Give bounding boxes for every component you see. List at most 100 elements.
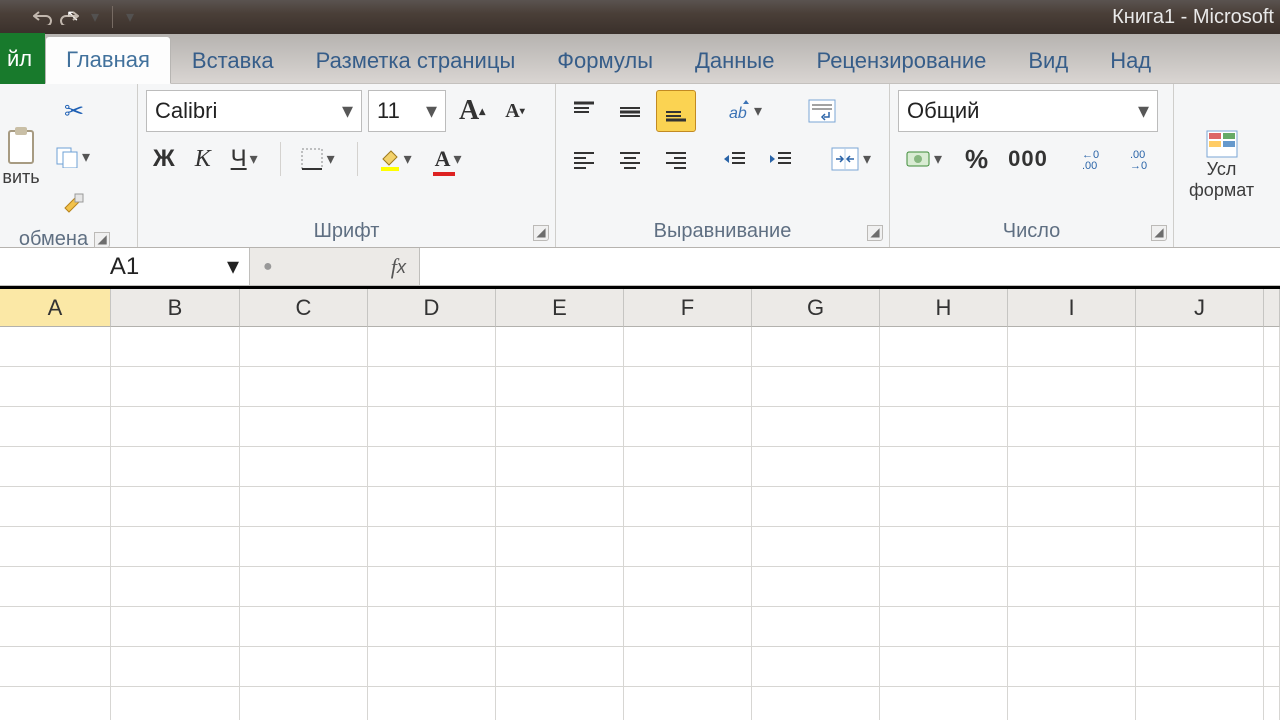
column-header[interactable]: F — [624, 289, 752, 327]
cell[interactable] — [624, 527, 752, 567]
bold-button[interactable]: Ж — [146, 138, 182, 180]
cell[interactable] — [1264, 567, 1280, 607]
cell[interactable] — [368, 447, 496, 487]
clipboard-launcher-icon[interactable]: ◢ — [94, 232, 110, 248]
cell[interactable] — [111, 647, 240, 687]
formula-input[interactable] — [420, 248, 1280, 285]
cell[interactable] — [752, 607, 880, 647]
increase-decimal-button[interactable]: ←0.00 — [1075, 138, 1117, 180]
cell[interactable] — [111, 407, 240, 447]
cell[interactable] — [111, 367, 240, 407]
cell[interactable] — [624, 647, 752, 687]
tab-data[interactable]: Данные — [674, 37, 795, 84]
column-header[interactable]: H — [880, 289, 1008, 327]
tab-formulas[interactable]: Формулы — [536, 37, 674, 84]
qat-customize-icon[interactable]: ▾ — [117, 4, 143, 30]
paste-button[interactable]: вить — [0, 90, 42, 224]
cell[interactable] — [880, 647, 1008, 687]
cell[interactable] — [752, 327, 880, 367]
conditional-formatting-button[interactable]: Усл формат — [1182, 90, 1261, 239]
cell[interactable] — [1264, 687, 1280, 720]
undo-icon[interactable] — [30, 4, 56, 30]
comma-style-button[interactable]: 000 — [1001, 138, 1055, 180]
borders-button[interactable]: ▾ — [293, 138, 345, 180]
cell[interactable] — [624, 327, 752, 367]
copy-button[interactable]: ▾ — [48, 136, 100, 178]
cell[interactable] — [880, 567, 1008, 607]
redo-dropdown-icon[interactable]: ▾ — [82, 4, 108, 30]
cell[interactable] — [496, 607, 624, 647]
align-bottom-button[interactable] — [656, 90, 696, 132]
cell[interactable] — [1136, 607, 1264, 647]
cell[interactable] — [496, 647, 624, 687]
cell[interactable] — [496, 487, 624, 527]
increase-indent-button[interactable] — [761, 138, 801, 180]
cell[interactable] — [1008, 687, 1136, 720]
cut-button[interactable]: ✂ — [48, 90, 100, 132]
cell[interactable] — [0, 607, 111, 647]
cell[interactable] — [111, 567, 240, 607]
cell[interactable] — [111, 327, 240, 367]
cell[interactable] — [1136, 527, 1264, 567]
fill-color-button[interactable]: ▾ — [370, 138, 422, 180]
cell[interactable] — [368, 487, 496, 527]
cell[interactable] — [1008, 327, 1136, 367]
cell[interactable] — [1264, 407, 1280, 447]
cell[interactable] — [240, 527, 368, 567]
tab-home[interactable]: Главная — [45, 36, 171, 84]
orientation-button[interactable]: ab▾ — [720, 90, 772, 132]
column-header[interactable]: G — [752, 289, 880, 327]
wrap-text-button[interactable] — [800, 90, 844, 132]
cell[interactable] — [111, 607, 240, 647]
cell[interactable] — [111, 687, 240, 720]
column-header[interactable]: C — [240, 289, 368, 327]
cell[interactable] — [1008, 567, 1136, 607]
cell[interactable] — [0, 567, 111, 607]
tab-addins[interactable]: Над — [1089, 37, 1172, 84]
cell[interactable] — [111, 487, 240, 527]
cell[interactable] — [752, 487, 880, 527]
cell[interactable] — [624, 487, 752, 527]
cell[interactable] — [1264, 327, 1280, 367]
accounting-format-button[interactable]: ▾ — [898, 138, 952, 180]
cell[interactable] — [624, 447, 752, 487]
underline-button[interactable]: Ч▾ — [224, 138, 268, 180]
cell[interactable] — [1136, 487, 1264, 527]
cell[interactable] — [368, 687, 496, 720]
font-launcher-icon[interactable]: ◢ — [533, 225, 549, 241]
cell[interactable] — [240, 327, 368, 367]
cell[interactable] — [624, 407, 752, 447]
merge-center-button[interactable]: ▾ — [823, 138, 881, 180]
cell[interactable] — [368, 647, 496, 687]
cell[interactable] — [1008, 647, 1136, 687]
cell[interactable] — [0, 487, 111, 527]
cell[interactable] — [752, 567, 880, 607]
column-header[interactable]: A — [0, 289, 111, 327]
cell[interactable] — [880, 367, 1008, 407]
spreadsheet-grid[interactable]: ABCDEFGHIJ — [0, 289, 1280, 720]
format-painter-button[interactable] — [48, 182, 100, 224]
italic-button[interactable]: К — [188, 138, 218, 180]
align-left-button[interactable] — [564, 138, 604, 180]
column-header[interactable]: B — [111, 289, 240, 327]
cell[interactable] — [752, 447, 880, 487]
cell[interactable] — [1264, 607, 1280, 647]
cell[interactable] — [1264, 447, 1280, 487]
cell[interactable] — [1136, 567, 1264, 607]
cancel-formula-button[interactable]: ● — [256, 252, 280, 282]
column-header[interactable]: J — [1136, 289, 1264, 327]
cell[interactable] — [240, 487, 368, 527]
cell[interactable] — [1264, 367, 1280, 407]
cell[interactable] — [240, 647, 368, 687]
cell[interactable] — [0, 327, 111, 367]
cell[interactable] — [880, 527, 1008, 567]
column-header[interactable]: I — [1008, 289, 1136, 327]
cell[interactable] — [1136, 407, 1264, 447]
cell[interactable] — [1136, 647, 1264, 687]
cell[interactable] — [111, 447, 240, 487]
number-format-combo[interactable]: Общий▾ — [898, 90, 1158, 132]
cell[interactable] — [752, 527, 880, 567]
cell[interactable] — [0, 647, 111, 687]
cell[interactable] — [496, 447, 624, 487]
increase-font-button[interactable]: A▴ — [452, 90, 492, 132]
